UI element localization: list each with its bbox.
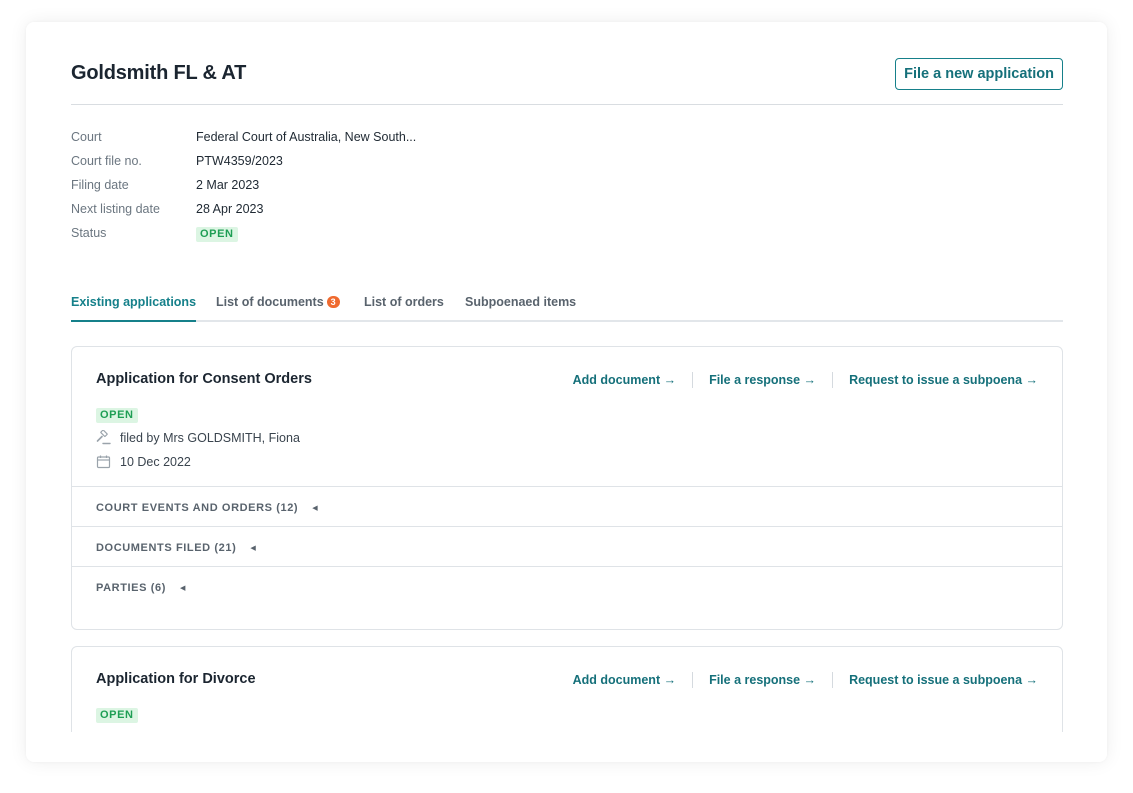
case-tabs: Existing applications List of documents 3… — [71, 290, 1063, 322]
gavel-icon — [96, 430, 111, 445]
action-divider — [692, 372, 694, 388]
filed-date-row: 10 Dec 2022 — [96, 454, 191, 469]
filed-date-text: 10 Dec 2022 — [120, 454, 191, 469]
filed-by-text: filed by Mrs GOLDSMITH, Fiona — [120, 430, 300, 445]
case-header: Goldsmith FL & AT File a new application — [71, 58, 1063, 105]
case-content: Goldsmith FL & AT File a new application… — [71, 22, 1063, 732]
section-label-text: COURT EVENTS AND ORDERS (12) — [96, 502, 299, 514]
application-status-badge: OPEN — [96, 708, 138, 723]
detail-label: Next listing date — [71, 202, 160, 216]
section-label: PARTIES (6) ◀ — [96, 582, 186, 594]
application-actions: Add document → File a response → Request… — [573, 372, 1038, 388]
detail-value: PTW4359/2023 — [196, 154, 283, 168]
detail-row-court: Court Federal Court of Australia, New So… — [71, 130, 571, 154]
caret-left-icon: ◀ — [179, 585, 186, 592]
detail-value: 2 Mar 2023 — [196, 178, 260, 192]
section-label-text: PARTIES (6) — [96, 582, 166, 594]
action-divider — [692, 672, 694, 688]
tab-existing-applications[interactable]: Existing applications — [71, 295, 197, 322]
detail-value: Federal Court of Australia, New South... — [196, 130, 417, 144]
calendar-icon — [96, 455, 111, 469]
status-badge: OPEN — [196, 227, 238, 242]
section-documents-filed[interactable]: DOCUMENTS FILED (21) ◀ — [72, 526, 1062, 566]
tab-label: List of documents — [216, 295, 324, 309]
action-divider — [832, 672, 834, 688]
detail-row-status: Status OPEN — [71, 226, 571, 250]
file-response-link[interactable]: File a response → — [709, 673, 816, 687]
application-title: Application for Consent Orders — [96, 371, 312, 387]
caret-left-icon: ◀ — [250, 545, 257, 552]
file-new-application-button[interactable]: File a new application — [895, 58, 1063, 90]
add-document-link[interactable]: Add document → — [573, 373, 676, 387]
detail-row-filing-date: Filing date 2 Mar 2023 — [71, 178, 571, 202]
document-count-badge: 3 — [326, 296, 340, 308]
case-card: Goldsmith FL & AT File a new application… — [26, 22, 1107, 762]
request-subpoena-link[interactable]: Request to issue a subpoena → — [849, 673, 1038, 687]
case-details: Court Federal Court of Australia, New So… — [71, 130, 571, 250]
detail-label: Court — [71, 130, 102, 144]
detail-label: Filing date — [71, 178, 129, 192]
application-card: Application for Divorce Add document → F… — [71, 646, 1063, 732]
caret-left-icon: ◀ — [312, 505, 319, 512]
application-title: Application for Divorce — [96, 671, 256, 687]
detail-value: 28 Apr 2023 — [196, 202, 264, 216]
action-divider — [832, 372, 834, 388]
detail-row-next-listing-date: Next listing date 28 Apr 2023 — [71, 202, 571, 226]
detail-row-court-file-no: Court file no. PTW4359/2023 — [71, 154, 571, 178]
detail-label: Status — [71, 226, 107, 240]
tab-subpoenaed-items[interactable]: Subpoenaed items — [465, 295, 576, 322]
section-label: DOCUMENTS FILED (21) ◀ — [96, 542, 256, 554]
section-label: COURT EVENTS AND ORDERS (12) ◀ — [96, 502, 318, 514]
section-court-events-and-orders[interactable]: COURT EVENTS AND ORDERS (12) ◀ — [72, 486, 1062, 526]
status-value: OPEN — [196, 226, 238, 242]
tab-list-of-orders[interactable]: List of orders — [364, 295, 444, 322]
section-label-text: DOCUMENTS FILED (21) — [96, 542, 237, 554]
file-response-link[interactable]: File a response → — [709, 373, 816, 387]
section-parties[interactable]: PARTIES (6) ◀ — [72, 566, 1062, 606]
application-card: Application for Consent Orders Add docum… — [71, 346, 1063, 630]
request-subpoena-link[interactable]: Request to issue a subpoena → — [849, 373, 1038, 387]
case-title: Goldsmith FL & AT — [71, 62, 247, 84]
application-actions: Add document → File a response → Request… — [573, 672, 1038, 688]
filed-by-row: filed by Mrs GOLDSMITH, Fiona — [96, 430, 300, 445]
tab-list-of-documents[interactable]: List of documents 3 — [216, 295, 340, 322]
add-document-link[interactable]: Add document → — [573, 673, 676, 687]
detail-label: Court file no. — [71, 154, 142, 168]
application-status-badge: OPEN — [96, 408, 138, 423]
